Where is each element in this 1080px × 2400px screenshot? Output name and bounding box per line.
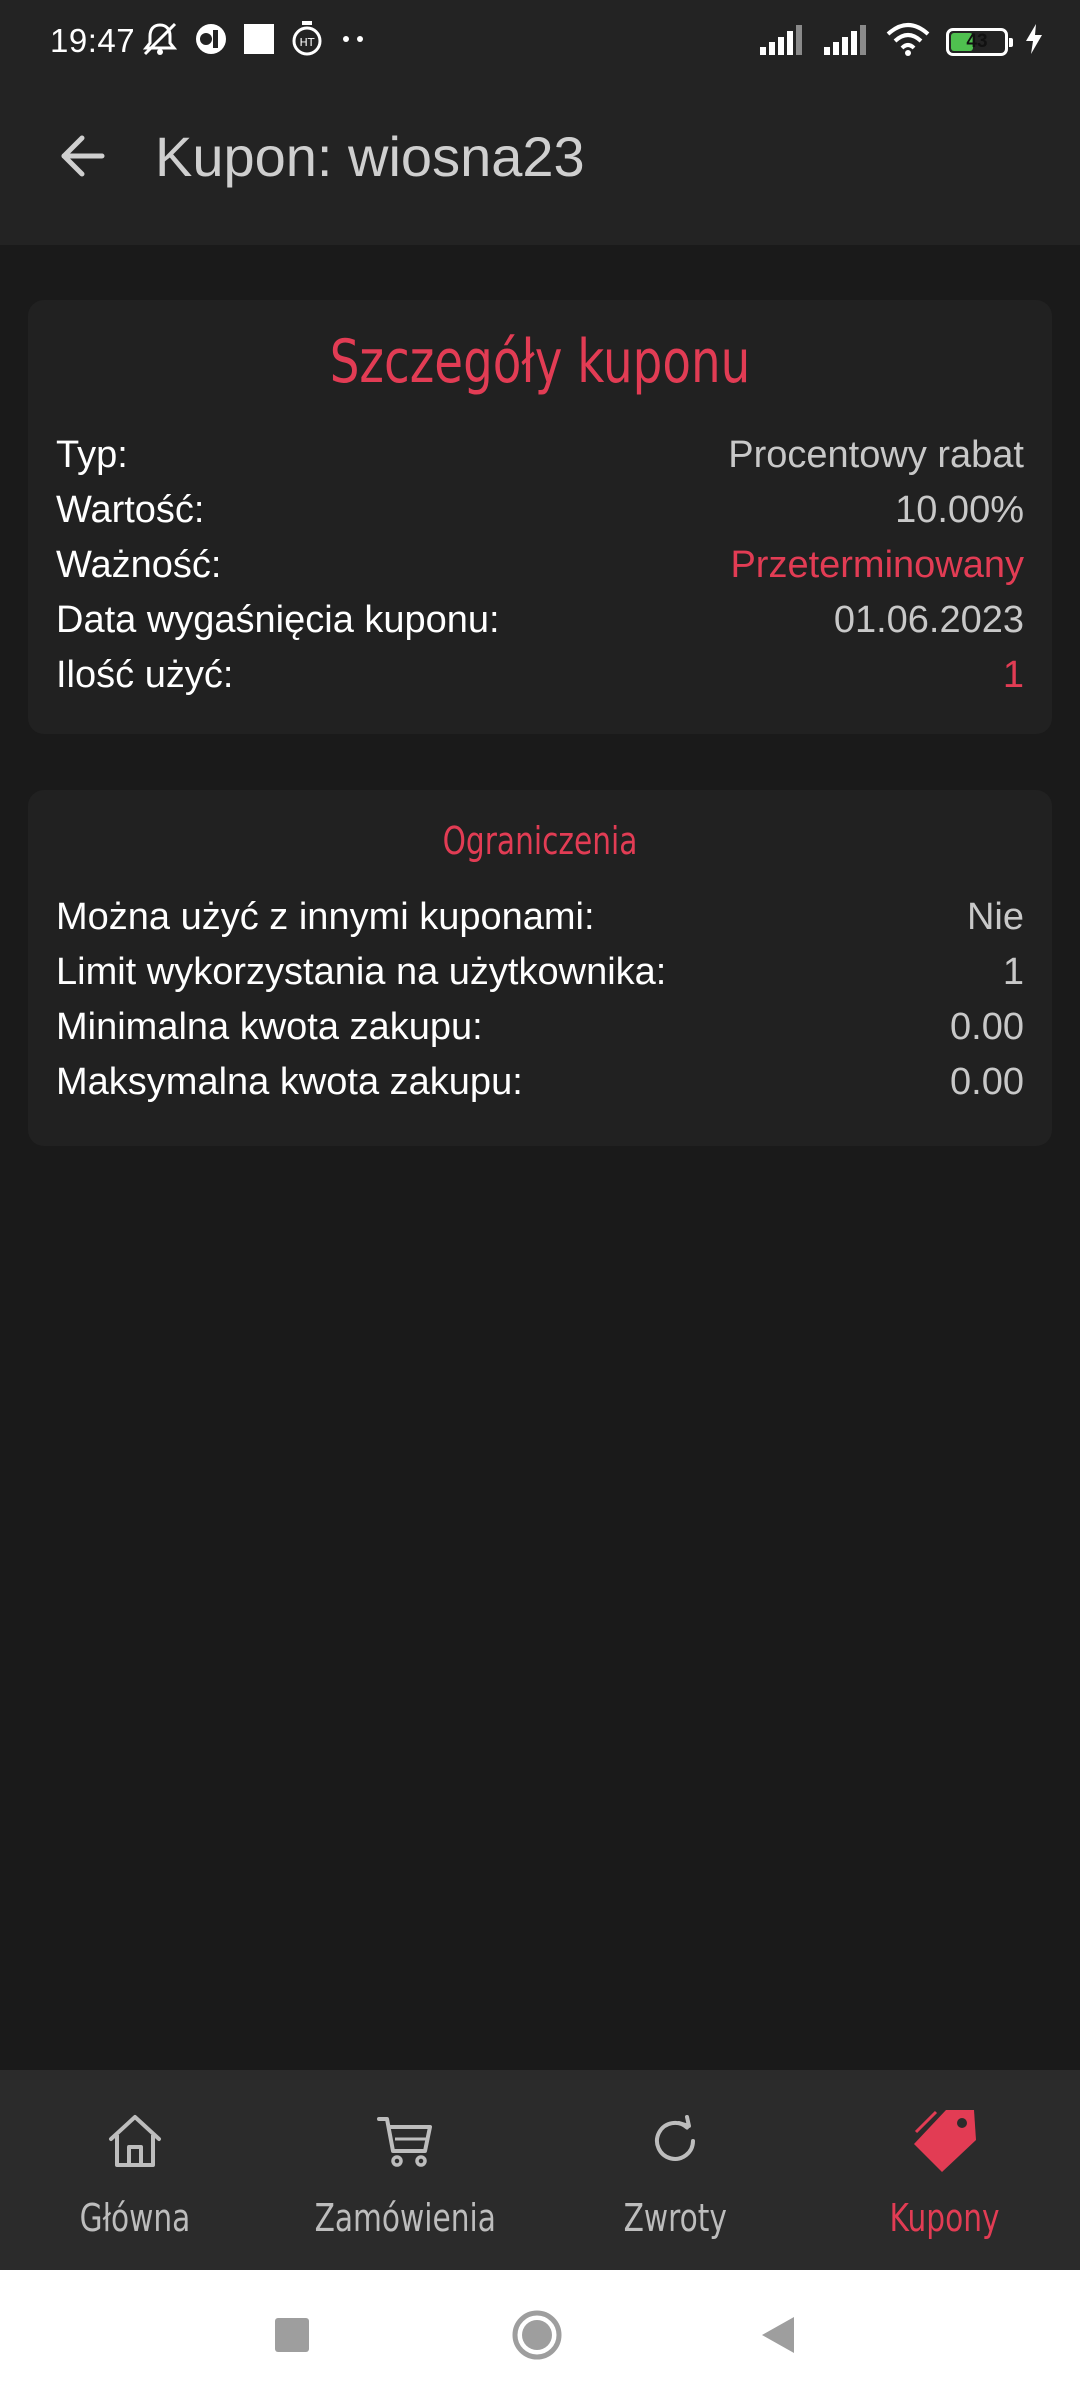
limit-label: Maksymalna kwota zakupu: (56, 1061, 523, 1103)
limit-value: 0.00 (950, 1006, 1024, 1048)
coupon-details-card: Szczegóły kuponu Typ: Procentowy rabat W… (28, 300, 1052, 734)
detail-value: 01.06.2023 (833, 599, 1024, 641)
back-nav-button[interactable] (728, 2270, 828, 2400)
nav-item-home[interactable]: Główna (0, 2070, 270, 2270)
home-button[interactable] (487, 2270, 587, 2400)
home-circle-icon (512, 2310, 562, 2360)
detail-label: Data wygaśnięcia kuponu: (56, 599, 500, 641)
refresh-icon (640, 2106, 710, 2176)
mute-icon (140, 21, 180, 62)
battery-icon: 43 (946, 27, 1013, 56)
svg-text:HT: HT (300, 36, 315, 49)
validity-status: Przeterminowany (730, 544, 1024, 586)
top-area: 19:47 HT 43 Kupon: wiosna23 (0, 0, 1080, 245)
detail-label: Ważność: (56, 544, 222, 586)
square-app-icon (242, 22, 276, 61)
battery-level: 43 (966, 30, 988, 52)
recents-square-icon (275, 2318, 309, 2352)
limit-label: Minimalna kwota zakupu: (56, 1006, 483, 1048)
signal-icon-2 (822, 23, 870, 60)
usage-count: 1 (1002, 654, 1024, 696)
arrow-left-icon (61, 135, 105, 177)
coupon-limits-card: Ograniczenia Można użyć z innymi kuponam… (28, 790, 1052, 1146)
back-button[interactable] (52, 126, 112, 186)
nav-item-coupons[interactable]: Kupony (810, 2070, 1080, 2270)
details-card-title: Szczegóły kuponu (329, 327, 751, 397)
limit-row-per-user: Limit wykorzystania na użytkownika: 1 (56, 945, 1024, 1000)
limit-label: Limit wykorzystania na użytkownika: (56, 951, 667, 993)
limit-row-max-amount: Maksymalna kwota zakupu: 0.00 (56, 1055, 1024, 1110)
wifi-icon (886, 22, 930, 61)
status-right-icons: 43 (758, 22, 1044, 61)
status-time: 19:47 (50, 22, 136, 59)
status-bar: 19:47 HT 43 (0, 0, 1080, 84)
detail-row-value: Wartość: 10.00% (56, 483, 1024, 538)
charging-icon (1024, 23, 1044, 60)
limit-value: 1 (1002, 951, 1024, 993)
more-dots-icon (338, 29, 368, 54)
detail-row-expiry: Data wygaśnięcia kuponu: 01.06.2023 (56, 593, 1024, 648)
cart-icon (370, 2106, 440, 2176)
tag-icon (910, 2106, 980, 2176)
detail-row-validity: Ważność: Przeterminowany (56, 538, 1024, 593)
detail-row-type: Typ: Procentowy rabat (56, 428, 1024, 483)
limit-row-combinable: Można użyć z innymi kuponami: Nie (56, 890, 1024, 945)
limit-value: 0.00 (950, 1061, 1024, 1103)
timer-icon: HT (290, 20, 324, 63)
nav-label: Główna (79, 2196, 191, 2240)
bottom-nav: Główna Zamówienia Zwroty Kupony (0, 2070, 1080, 2270)
signal-icon (758, 23, 806, 60)
limits-card-title: Ograniczenia (442, 819, 638, 863)
detail-value: Procentowy rabat (728, 434, 1024, 476)
nav-item-orders[interactable]: Zamówienia (270, 2070, 540, 2270)
nav-item-returns[interactable]: Zwroty (540, 2070, 810, 2270)
detail-label: Wartość: (56, 489, 205, 531)
nav-label: Zwroty (623, 2196, 727, 2240)
back-triangle-icon (762, 2317, 794, 2353)
detail-value: 10.00% (895, 489, 1024, 531)
recents-button[interactable] (242, 2270, 342, 2400)
home-icon (100, 2106, 170, 2176)
circle-app-icon (194, 22, 228, 61)
status-left-icons: HT (140, 20, 368, 63)
nav-label: Kupony (889, 2196, 1001, 2240)
nav-label: Zamówienia (314, 2196, 496, 2240)
page-title: Kupon: wiosna23 (155, 125, 585, 188)
detail-row-usage-count: Ilość użyć: 1 (56, 648, 1024, 703)
detail-label: Ilość użyć: (56, 654, 234, 696)
limit-value: Nie (966, 896, 1024, 938)
limit-row-min-amount: Minimalna kwota zakupu: 0.00 (56, 1000, 1024, 1055)
app-bar: Kupon: wiosna23 (0, 84, 1080, 245)
detail-label: Typ: (56, 434, 128, 476)
limit-label: Można użyć z innymi kuponami: (56, 896, 595, 938)
system-nav-bar (0, 2270, 1080, 2400)
